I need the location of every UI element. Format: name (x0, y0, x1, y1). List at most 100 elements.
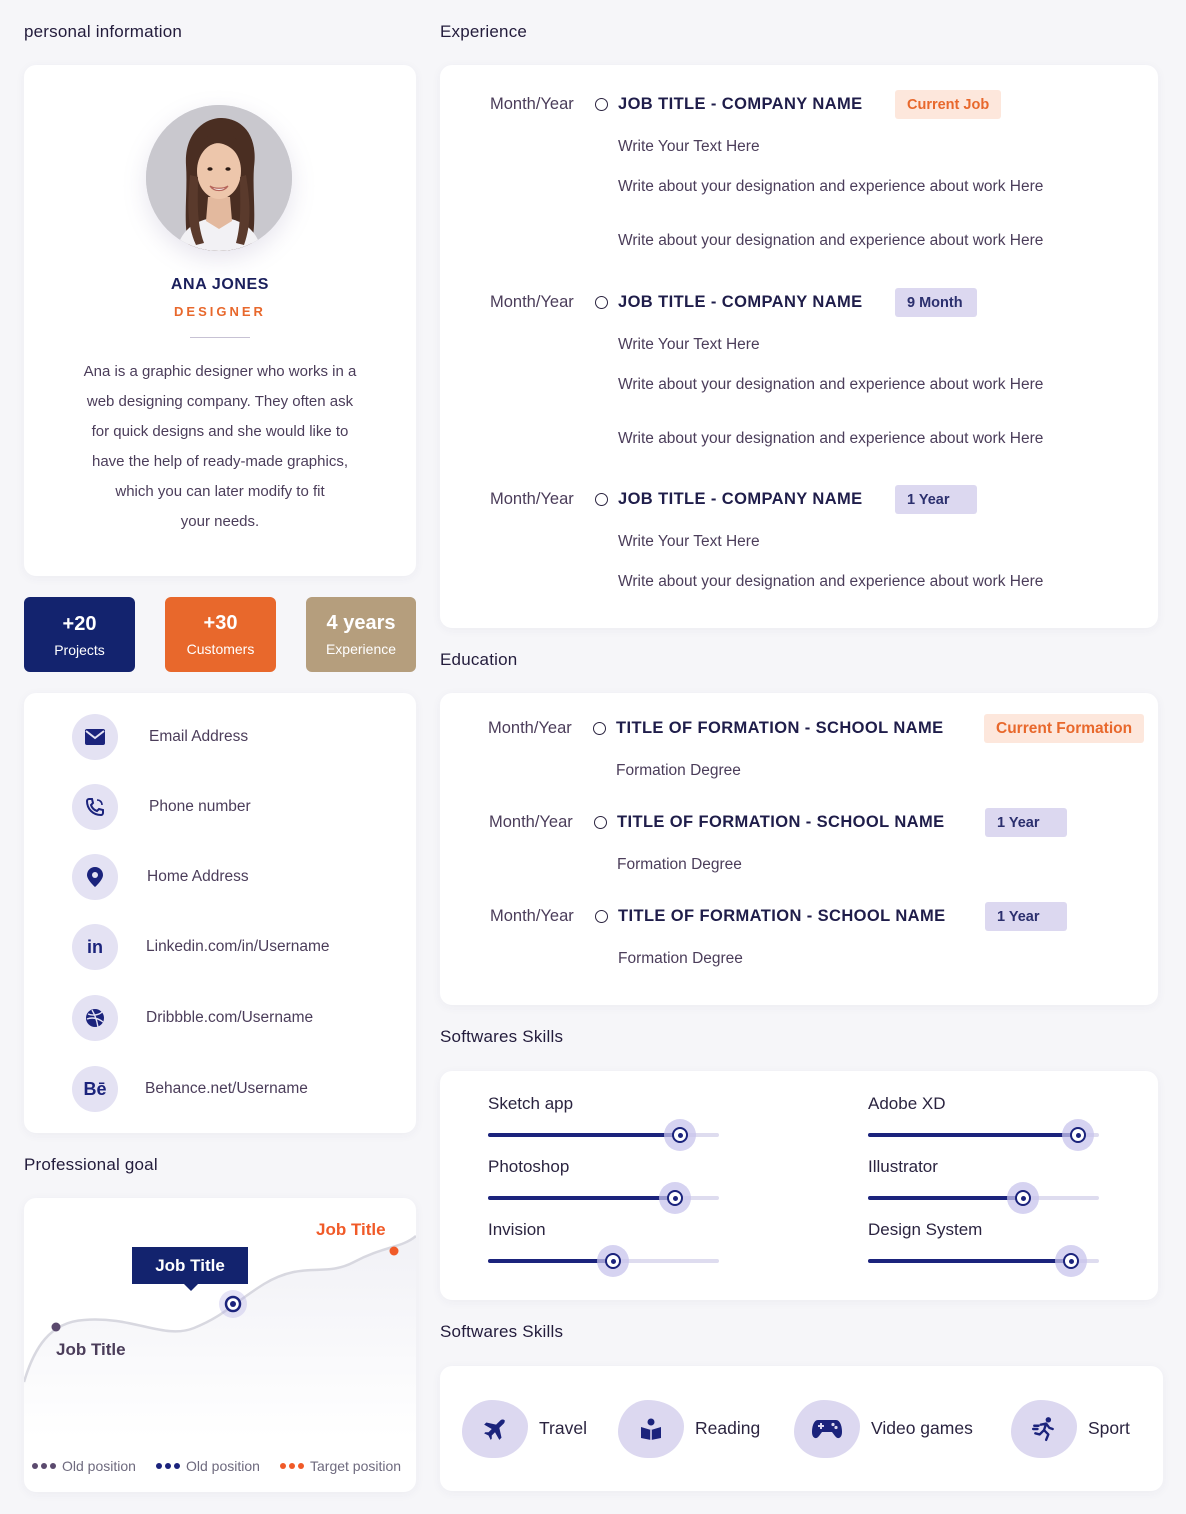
contact-card: Email Address Phone number Home Address … (24, 693, 416, 1133)
skill-slider-fill (868, 1259, 1071, 1263)
contact-behance[interactable]: Bē (72, 1066, 118, 1112)
timeline-circle-icon (595, 296, 608, 309)
behance-icon: Bē (72, 1066, 118, 1112)
contact-linkedin[interactable]: in (72, 924, 118, 970)
skill-slider-handle-dot (667, 1190, 683, 1206)
skill-slider-handle[interactable] (1007, 1182, 1039, 1214)
legend-old-position-2: Old position (156, 1458, 260, 1474)
map-pin-icon (72, 854, 118, 900)
skill-slider[interactable] (488, 1182, 719, 1214)
stat-label: Experience (325, 641, 397, 657)
goal-start-label: Job Title (56, 1340, 126, 1359)
stat-label: Projects (54, 642, 105, 658)
skill-slider-handle[interactable] (664, 1119, 696, 1151)
experience-text: Write about your designation and experie… (618, 232, 1044, 249)
education-badge: 1 Year (985, 902, 1067, 931)
skill-slider-fill (868, 1133, 1078, 1137)
skill-name: Adobe XD (868, 1094, 946, 1113)
reading-icon (618, 1400, 684, 1458)
experience-badge: 9 Month (895, 288, 977, 317)
linkedin-icon: in (72, 924, 118, 970)
skill-slider-fill (868, 1196, 1023, 1200)
experience-badge: Current Job (895, 90, 1002, 119)
experience-card: Month/Year JOB TITLE - COMPANY NAME Curr… (440, 65, 1158, 628)
skill-slider-handle[interactable] (659, 1182, 691, 1214)
contact-dribbble[interactable] (72, 995, 118, 1041)
stat-value: +20 (62, 613, 97, 635)
experience-text: Write about your designation and experie… (618, 178, 1044, 195)
stat-experience: 4 years Experience (306, 597, 416, 672)
hobby-label: Reading (695, 1418, 761, 1438)
education-title: TITLE OF FORMATION - SCHOOL NAME (618, 907, 946, 925)
goal-current-label: Job Title (132, 1247, 248, 1291)
education-title: TITLE OF FORMATION - SCHOOL NAME (617, 813, 945, 831)
profile-divider (190, 337, 250, 338)
skill-slider-handle[interactable] (1062, 1119, 1094, 1151)
bio-line: which you can later modify to fit (115, 483, 325, 500)
legend-dots (280, 1463, 304, 1469)
experience-text: Write about your designation and experie… (618, 573, 1044, 590)
stat-value: 4 years (326, 612, 396, 634)
timeline-circle-icon (594, 816, 607, 829)
skill-slider[interactable] (488, 1245, 719, 1277)
stat-value: +30 (203, 612, 238, 634)
skill-slider[interactable] (868, 1119, 1099, 1151)
stat-customers: +30 Customers (165, 597, 276, 672)
education-date: Month/Year (490, 907, 574, 925)
hobby-label: Sport (1088, 1418, 1130, 1438)
phone-icon (72, 784, 118, 830)
skill-name: Invision (488, 1220, 546, 1239)
hobby-label: Video games (871, 1418, 973, 1438)
contact-email-text[interactable]: Email Address (149, 728, 248, 746)
section-title-education: Education (440, 650, 518, 669)
legend-old-position-1: Old position (32, 1458, 136, 1474)
education-date: Month/Year (488, 719, 572, 737)
skill-name: Illustrator (868, 1157, 938, 1176)
bio-line: for quick designs and she would like to (91, 423, 349, 440)
timeline-circle-icon (593, 722, 606, 735)
skill-slider[interactable] (868, 1245, 1099, 1277)
contact-linkedin-text[interactable]: Linkedin.com/in/Username (146, 938, 330, 956)
contact-address[interactable] (72, 854, 118, 900)
skill-slider[interactable] (868, 1182, 1099, 1214)
profile-role: DESIGNER (174, 304, 266, 319)
hobbies-card: Travel Reading Video games Sport (440, 1366, 1163, 1491)
timeline-circle-icon (595, 910, 608, 923)
contact-behance-text[interactable]: Behance.net/Username (145, 1080, 308, 1098)
skill-slider-handle-dot (1063, 1253, 1079, 1269)
legend-label: Old position (62, 1458, 136, 1474)
contact-phone[interactable] (72, 784, 118, 830)
software-skills-card: Sketch app Adobe XD Photoshop Illustrato… (440, 1071, 1158, 1300)
skill-slider-fill (488, 1133, 680, 1137)
experience-date: Month/Year (490, 490, 574, 508)
profile-name: ANA JONES (170, 276, 270, 293)
profile-bio: Ana is a graphic designer who works in a… (54, 357, 386, 537)
skill-slider-handle[interactable] (1055, 1245, 1087, 1277)
contact-phone-text[interactable]: Phone number (149, 798, 251, 816)
hobby-label: Travel (539, 1418, 587, 1438)
contact-address-text[interactable]: Home Address (147, 868, 249, 886)
bio-line: your needs. (180, 513, 260, 530)
experience-date: Month/Year (490, 293, 574, 311)
contact-email[interactable] (72, 714, 118, 760)
skill-slider-handle-dot (605, 1253, 621, 1269)
contact-dribbble-text[interactable]: Dribbble.com/Username (146, 1009, 313, 1027)
experience-text: Write about your designation and experie… (618, 430, 1044, 447)
bio-line: have the help of ready-made graphics, (92, 453, 348, 470)
skill-slider-fill (488, 1259, 613, 1263)
skill-slider-handle[interactable] (597, 1245, 629, 1277)
airplane-icon (462, 1400, 528, 1458)
profile-card: ANA JONES DESIGNER Ana is a graphic desi… (24, 65, 416, 576)
experience-text: Write about your designation and experie… (618, 376, 1044, 393)
timeline-circle-icon (595, 493, 608, 506)
legend-dots (156, 1463, 180, 1469)
goal-start-point (51, 1322, 61, 1332)
experience-badge: 1 Year (895, 485, 977, 514)
goal-target-label: Job Title (316, 1220, 386, 1239)
avatar (146, 105, 292, 251)
experience-text: Write Your Text Here (618, 533, 760, 550)
education-date: Month/Year (489, 813, 573, 831)
skill-slider-handle-dot (672, 1127, 688, 1143)
skill-slider[interactable] (488, 1119, 719, 1151)
education-card: Month/Year TITLE OF FORMATION - SCHOOL N… (440, 693, 1158, 1005)
